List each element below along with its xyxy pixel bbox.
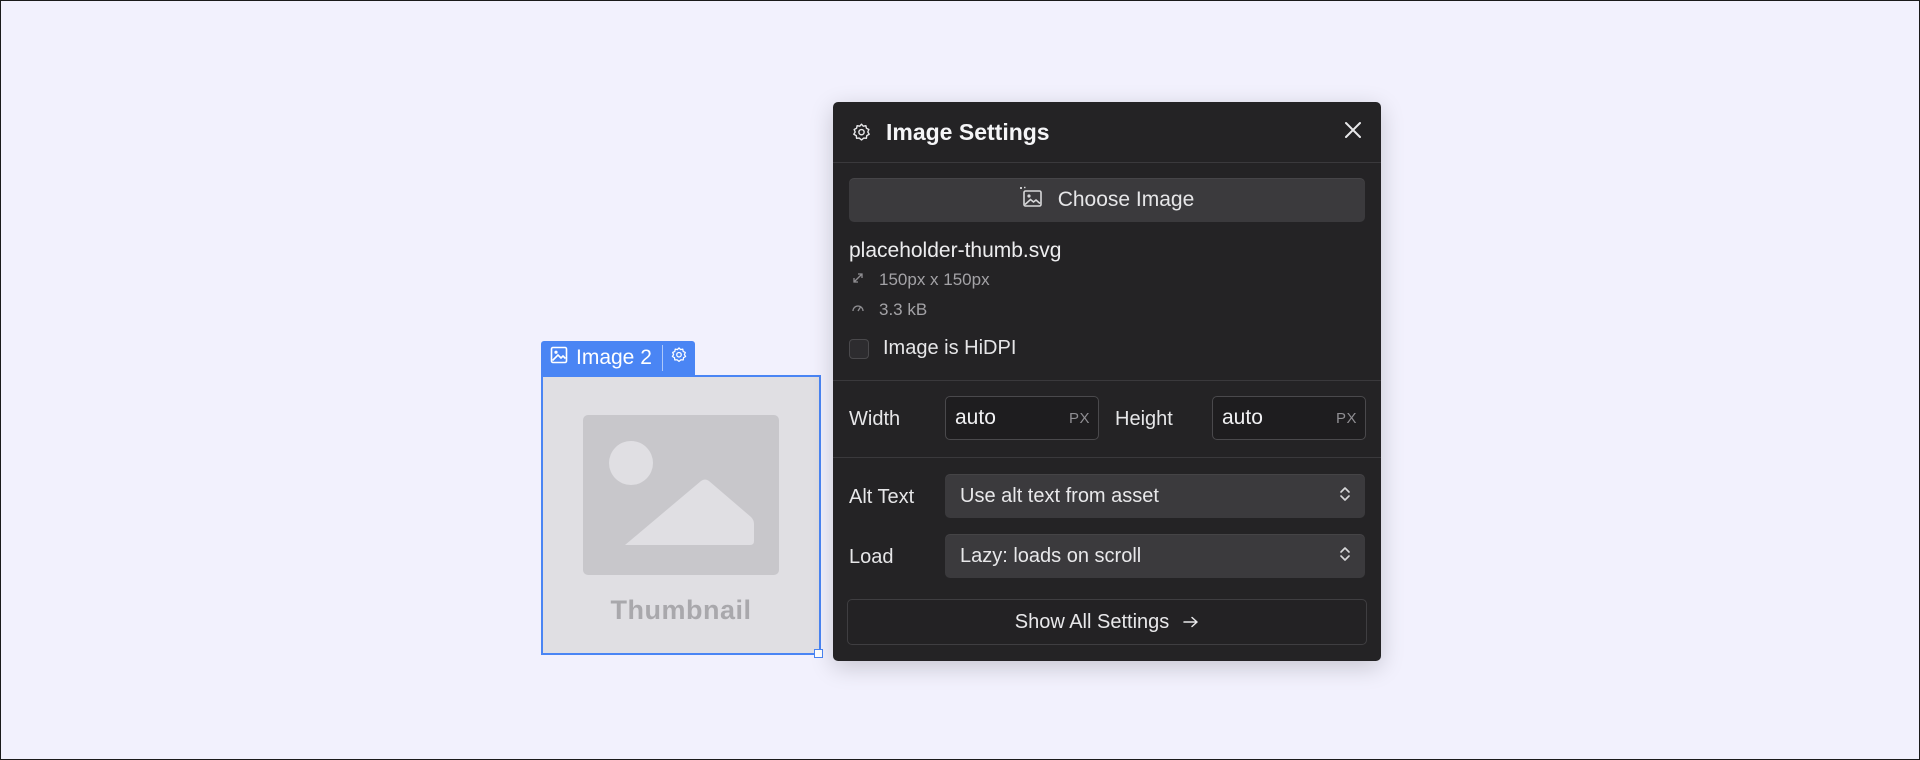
section-divider: [833, 380, 1381, 381]
height-field[interactable]: PX: [1212, 396, 1366, 440]
show-all-settings-label: Show All Settings: [1014, 610, 1170, 633]
panel-header: Image Settings: [833, 102, 1381, 163]
choose-image-label: Choose Image: [1057, 188, 1195, 211]
file-size-row: 3.3 kB: [851, 300, 927, 320]
gear-icon: [851, 122, 872, 148]
width-field[interactable]: PX: [945, 396, 1099, 440]
height-unit[interactable]: PX: [1336, 410, 1357, 427]
height-input[interactable]: [1222, 406, 1322, 430]
element-tag[interactable]: Image 2: [541, 341, 695, 375]
width-label: Width: [849, 408, 901, 430]
file-size: 3.3 kB: [879, 300, 928, 319]
arrow-right-icon: [1183, 611, 1199, 634]
file-dimensions-row: 150px x 150px: [851, 270, 990, 290]
gauge-icon: [851, 300, 865, 320]
element-tag-label-group[interactable]: Image 2: [541, 341, 662, 375]
placeholder-caption: Thumbnail: [610, 595, 752, 625]
image-icon: [550, 346, 568, 370]
show-all-settings-button[interactable]: Show All Settings: [847, 599, 1367, 645]
image-settings-panel: Image Settings Choose Image placeholder-…: [833, 102, 1381, 661]
width-unit[interactable]: PX: [1069, 410, 1090, 427]
hidpi-checkbox[interactable]: [849, 338, 869, 359]
close-icon: [1344, 121, 1362, 144]
load-label: Load: [849, 546, 894, 568]
resize-arrows-icon: [851, 270, 865, 290]
image-upload-icon: [1019, 186, 1044, 214]
file-dimensions: 150px x 150px: [879, 270, 990, 289]
chevron-up-down-icon: [1339, 545, 1351, 568]
choose-image-button[interactable]: Choose Image: [849, 178, 1365, 222]
resize-handle[interactable]: [814, 649, 823, 658]
hidpi-row[interactable]: Image is HiDPI: [849, 337, 1016, 360]
placeholder-image-icon: [583, 415, 779, 580]
alt-text-value: Use alt text from asset: [960, 484, 1159, 507]
alt-text-select[interactable]: Use alt text from asset: [945, 474, 1365, 518]
load-value: Lazy: loads on scroll: [960, 544, 1142, 567]
panel-title: Image Settings: [886, 119, 1050, 145]
image-element[interactable]: Thumbnail: [541, 375, 821, 655]
height-label: Height: [1115, 408, 1173, 430]
element-tag-label: Image 2: [576, 346, 652, 369]
hidpi-label: Image is HiDPI: [883, 337, 1017, 359]
gear-icon: [670, 346, 688, 370]
chevron-up-down-icon: [1339, 485, 1351, 508]
file-name: placeholder-thumb.svg: [849, 239, 1062, 262]
element-settings-button[interactable]: [663, 341, 695, 375]
close-button[interactable]: [1341, 120, 1365, 144]
load-select[interactable]: Lazy: loads on scroll: [945, 534, 1365, 578]
section-divider: [833, 457, 1381, 458]
width-input[interactable]: [955, 406, 1055, 430]
alt-text-label: Alt Text: [849, 486, 915, 508]
